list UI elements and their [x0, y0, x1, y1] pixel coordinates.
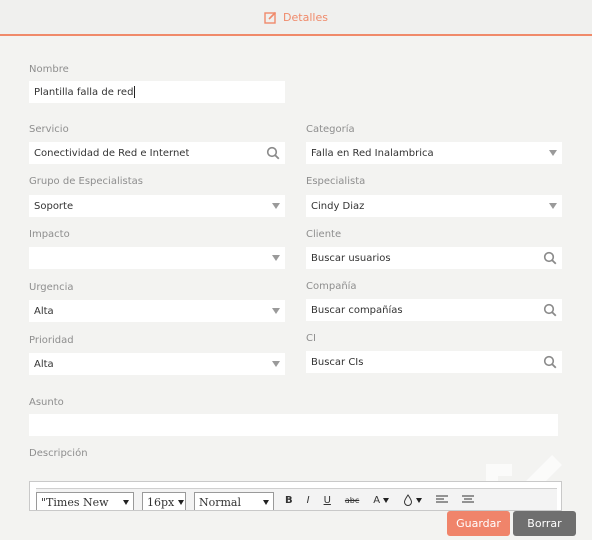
ci-value: Buscar CIs — [311, 356, 364, 368]
font-size-value: 16px — [147, 495, 175, 509]
servicio-search-field[interactable]: Conectividad de Red e Internet — [29, 142, 285, 164]
format-select[interactable]: Normal — [194, 492, 274, 510]
grupo-label: Grupo de Especialistas — [29, 176, 143, 187]
bold-button[interactable]: B — [282, 492, 296, 508]
servicio-label: Servicio — [29, 124, 69, 135]
asunto-label: Asunto — [29, 397, 64, 408]
categoria-value: Falla en Red Inalambrica — [311, 147, 434, 159]
align-left-icon — [436, 495, 449, 503]
italic-button[interactable]: I — [304, 492, 313, 508]
editor-toolbar: "Times New 16px Normal B I U abc A — [36, 488, 557, 510]
chevron-down-icon — [272, 308, 280, 314]
categoria-label: Categoría — [306, 124, 355, 135]
underline-button[interactable]: U — [321, 492, 334, 508]
cliente-label: Cliente — [306, 229, 342, 240]
descripcion-editor[interactable]: "Times New 16px Normal B I U abc A — [29, 481, 562, 511]
grupo-value: Soporte — [34, 200, 74, 212]
search-icon[interactable] — [543, 303, 557, 317]
urgencia-label: Urgencia — [29, 282, 74, 293]
highlight-color-button[interactable] — [400, 492, 425, 508]
font-family-select[interactable]: "Times New — [36, 492, 134, 510]
align-left-button[interactable] — [433, 492, 451, 508]
compania-value: Buscar compañías — [311, 304, 403, 316]
impacto-label: Impacto — [29, 229, 70, 240]
chevron-down-icon — [263, 499, 269, 505]
font-color-label: A — [373, 494, 381, 506]
compania-label: Compañía — [306, 281, 357, 292]
especialista-select[interactable]: Cindy Diaz — [306, 195, 562, 217]
chevron-down-icon — [549, 203, 557, 209]
cliente-value: Buscar usuarios — [311, 252, 391, 264]
details-header: Detalles — [0, 0, 592, 36]
chevron-down-icon — [178, 499, 185, 505]
format-value: Normal — [199, 495, 242, 509]
strikethrough-button[interactable]: abc — [342, 492, 362, 508]
impacto-select[interactable] — [29, 247, 285, 269]
grupo-select[interactable]: Soporte — [29, 195, 285, 217]
delete-button[interactable]: Borrar — [513, 511, 576, 536]
font-family-value: "Times New — [41, 495, 109, 509]
details-title: Detalles — [283, 10, 328, 24]
chevron-down-icon — [549, 150, 557, 156]
nombre-label: Nombre — [29, 64, 69, 75]
edit-icon — [264, 11, 277, 24]
droplet-icon — [404, 494, 413, 506]
search-icon[interactable] — [543, 251, 557, 265]
ci-label: CI — [306, 333, 316, 344]
descripcion-label: Descripción — [29, 448, 88, 459]
chevron-down-icon — [123, 499, 129, 505]
chevron-down-icon — [272, 203, 280, 209]
details-title-group: Detalles — [264, 11, 328, 24]
chevron-down-icon — [416, 497, 423, 503]
ci-search-field[interactable]: Buscar CIs — [306, 351, 562, 373]
chevron-down-icon — [272, 255, 280, 261]
chevron-down-icon — [272, 361, 280, 367]
prioridad-value: Alta — [34, 358, 54, 370]
asunto-input[interactable] — [29, 414, 558, 436]
search-icon[interactable] — [543, 355, 557, 369]
align-center-button[interactable] — [459, 492, 477, 508]
font-color-button[interactable]: A — [370, 492, 392, 508]
urgencia-value: Alta — [34, 305, 54, 317]
especialista-value: Cindy Diaz — [311, 200, 365, 212]
search-icon[interactable] — [266, 146, 280, 160]
chevron-down-icon — [383, 497, 390, 503]
nombre-value: Plantilla falla de red — [34, 86, 134, 98]
prioridad-select[interactable]: Alta — [29, 353, 285, 375]
save-button[interactable]: Guardar — [447, 511, 510, 536]
font-size-select[interactable]: 16px — [142, 492, 186, 510]
servicio-value: Conectividad de Red e Internet — [34, 147, 190, 159]
categoria-select[interactable]: Falla en Red Inalambrica — [306, 142, 562, 164]
text-cursor — [134, 86, 136, 98]
nombre-input[interactable]: Plantilla falla de red — [29, 81, 285, 103]
urgencia-select[interactable]: Alta — [29, 300, 285, 322]
especialista-label: Especialista — [306, 176, 366, 187]
cliente-search-field[interactable]: Buscar usuarios — [306, 247, 562, 269]
compania-search-field[interactable]: Buscar compañías — [306, 299, 562, 321]
prioridad-label: Prioridad — [29, 335, 74, 346]
align-center-icon — [462, 495, 475, 503]
